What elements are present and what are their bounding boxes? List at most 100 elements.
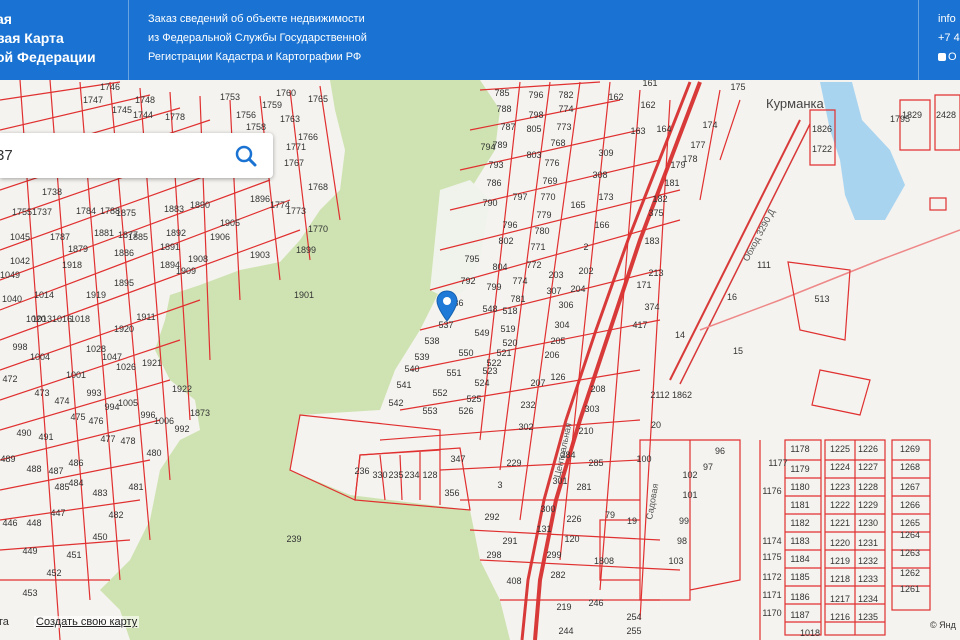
- parcel-number[interactable]: 1177: [768, 458, 787, 468]
- parcel-number[interactable]: 513: [814, 294, 829, 304]
- parcel-number[interactable]: 183: [644, 236, 659, 246]
- parcel-number[interactable]: 548: [482, 304, 497, 314]
- parcel-number[interactable]: 309: [598, 148, 613, 158]
- parcel-number[interactable]: 1018: [70, 314, 90, 324]
- parcel-number[interactable]: 1766: [298, 132, 318, 142]
- parcel-number[interactable]: 330: [372, 470, 387, 480]
- parcel-number[interactable]: 126: [550, 372, 565, 382]
- parcel-number[interactable]: 549: [474, 328, 489, 338]
- parcel-number[interactable]: 164: [656, 124, 671, 134]
- parcel-number[interactable]: 1262: [900, 568, 920, 578]
- parcel-number[interactable]: 163: [630, 126, 645, 136]
- parcel-number[interactable]: 802: [498, 236, 513, 246]
- parcel-number[interactable]: 239: [286, 534, 301, 544]
- location-marker-icon[interactable]: [436, 290, 458, 322]
- parcel-number[interactable]: 774: [558, 104, 573, 114]
- search-icon[interactable]: [232, 142, 260, 170]
- parcel-number[interactable]: 1225: [830, 444, 850, 454]
- parcel-number[interactable]: 161: [642, 80, 657, 88]
- parcel-number[interactable]: 1778: [165, 112, 185, 122]
- parcel-number[interactable]: 1223: [830, 482, 850, 492]
- parcel-number[interactable]: 1746: [100, 82, 120, 92]
- parcel-number[interactable]: 449: [22, 546, 37, 556]
- parcel-number[interactable]: 1747: [83, 95, 103, 105]
- parcel-number[interactable]: 207: [530, 378, 545, 388]
- parcel-number[interactable]: 205: [550, 336, 565, 346]
- parcel-number[interactable]: 1862: [672, 390, 692, 400]
- parcel-number[interactable]: 162: [608, 92, 623, 102]
- parcel-number[interactable]: 453: [22, 588, 37, 598]
- parcel-number[interactable]: 1186: [790, 592, 809, 602]
- parcel-number[interactable]: 524: [474, 378, 489, 388]
- parcel-number[interactable]: 103: [668, 556, 683, 566]
- parcel-number[interactable]: 1049: [0, 270, 20, 280]
- parcel-number[interactable]: 1224: [830, 462, 850, 472]
- parcel-number[interactable]: 1745: [112, 105, 132, 115]
- parcel-number[interactable]: 780: [534, 226, 549, 236]
- parcel-number[interactable]: 208: [590, 384, 605, 394]
- parcel-number[interactable]: 485: [54, 482, 69, 492]
- parcel-number[interactable]: 162: [640, 100, 655, 110]
- parcel-number[interactable]: 551: [446, 368, 461, 378]
- parcel-number[interactable]: 308: [592, 170, 607, 180]
- parcel-number[interactable]: 552: [432, 388, 447, 398]
- parcel-number[interactable]: 1885: [128, 232, 148, 242]
- parcel-number[interactable]: 213: [648, 268, 663, 278]
- parcel-number[interactable]: 1891: [160, 242, 180, 252]
- parcel-number[interactable]: 1264: [900, 530, 920, 540]
- search-input[interactable]: [0, 133, 220, 178]
- parcel-number[interactable]: 539: [414, 352, 429, 362]
- parcel-number[interactable]: 255: [626, 626, 641, 636]
- parcel-number[interactable]: 374: [644, 302, 659, 312]
- parcel-number[interactable]: 781: [510, 294, 525, 304]
- parcel-number[interactable]: 1183: [790, 536, 809, 546]
- brand-title[interactable]: ая вая Карта ой Федерации: [0, 10, 120, 67]
- parcel-number[interactable]: 1269: [900, 444, 920, 454]
- parcel-number[interactable]: 525: [466, 394, 481, 404]
- parcel-number[interactable]: 451: [66, 550, 81, 560]
- parcel-number[interactable]: 480: [146, 448, 161, 458]
- parcel-number[interactable]: 1233: [858, 574, 878, 584]
- parcel-number[interactable]: 1829: [902, 110, 922, 120]
- parcel-number[interactable]: 447: [50, 508, 65, 518]
- parcel-number[interactable]: 179: [670, 160, 685, 170]
- parcel-number[interactable]: 804: [492, 262, 507, 272]
- parcel-number[interactable]: 306: [558, 300, 573, 310]
- parcel-number[interactable]: 1172: [762, 572, 781, 582]
- parcel-number[interactable]: 244: [558, 626, 573, 636]
- yandex-attribution[interactable]: © Янд: [930, 620, 956, 630]
- parcel-number[interactable]: 1020: [26, 314, 46, 324]
- parcel-number[interactable]: 1890: [190, 200, 210, 210]
- parcel-number[interactable]: 474: [54, 396, 69, 406]
- parcel-number[interactable]: 1180: [790, 482, 809, 492]
- parcel-number[interactable]: 998: [12, 342, 27, 352]
- parcel-number[interactable]: 1765: [308, 94, 328, 104]
- parcel-number[interactable]: 488: [26, 464, 41, 474]
- parcel-number[interactable]: 798: [528, 110, 543, 120]
- parcel-number[interactable]: 229: [506, 458, 521, 468]
- parcel-number[interactable]: 1263: [900, 548, 920, 558]
- parcel-number[interactable]: 473: [34, 388, 49, 398]
- parcel-number[interactable]: 769: [542, 176, 557, 186]
- parcel-number[interactable]: 795: [464, 254, 479, 264]
- parcel-number[interactable]: 489: [0, 454, 15, 464]
- parcel-number[interactable]: 1918: [62, 260, 82, 270]
- parcel-number[interactable]: 299: [546, 550, 561, 560]
- parcel-number[interactable]: 181: [664, 178, 679, 188]
- parcel-number[interactable]: 1005: [118, 398, 138, 408]
- parcel-number[interactable]: 770: [540, 192, 555, 202]
- parcel-number[interactable]: 794: [480, 142, 495, 152]
- parcel-number[interactable]: 1881: [94, 228, 114, 238]
- parcel-number[interactable]: 219: [556, 602, 571, 612]
- parcel-number[interactable]: 226: [566, 514, 581, 524]
- parcel-number[interactable]: 1184: [790, 554, 809, 564]
- parcel-number[interactable]: 1047: [102, 352, 122, 362]
- parcel-number[interactable]: 1826: [812, 124, 832, 134]
- parcel-number[interactable]: 1018: [800, 628, 820, 638]
- parcel-number[interactable]: 518: [502, 306, 517, 316]
- parcel-number[interactable]: 1922: [172, 384, 192, 394]
- parcel-number[interactable]: 282: [550, 570, 565, 580]
- parcel-number[interactable]: 206: [544, 350, 559, 360]
- parcel-number[interactable]: 486: [68, 458, 83, 468]
- parcel-number[interactable]: 111: [757, 260, 771, 270]
